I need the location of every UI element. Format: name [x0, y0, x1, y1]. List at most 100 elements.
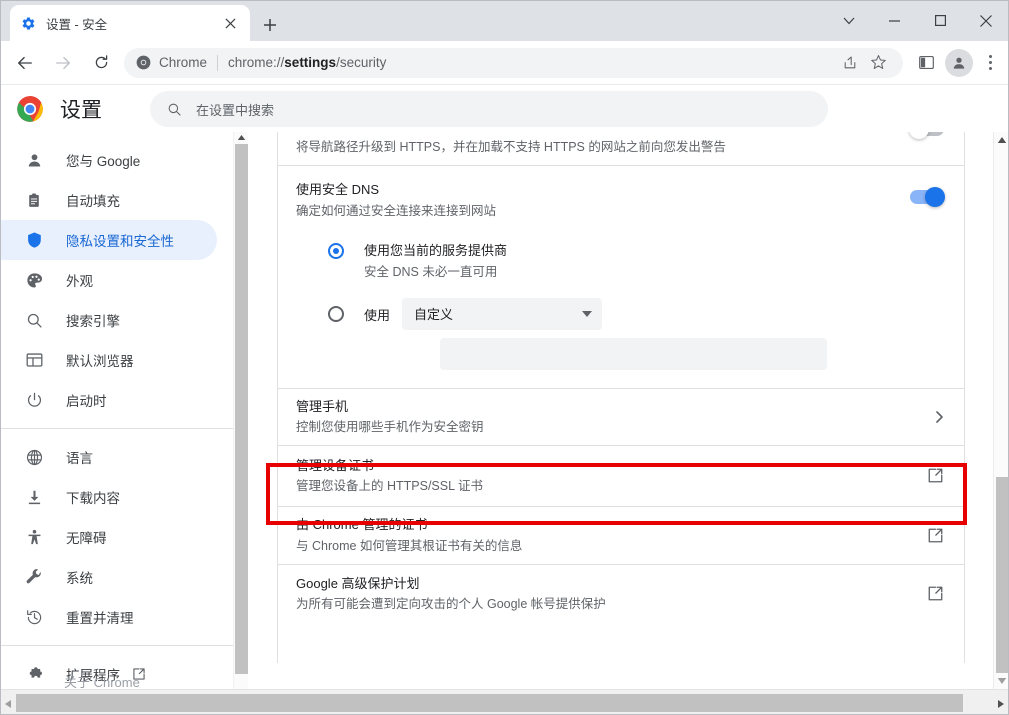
download-icon	[24, 487, 44, 507]
sidebar-item-system[interactable]: 系统	[0, 557, 217, 597]
sidebar-item-you-and-google[interactable]: 您与 Google	[0, 140, 217, 180]
person-icon	[24, 150, 44, 170]
row-secure-dns[interactable]: 使用安全 DNS 确定如何通过安全连接来连接到网站	[278, 166, 964, 226]
toggle-switch-off[interactable]	[910, 132, 944, 136]
settings-search-input[interactable]: 在设置中搜索	[150, 91, 828, 127]
row-google-advanced-protection[interactable]: Google 高级保护计划 为所有可能会遭到定向攻击的个人 Google 帐号提…	[278, 565, 964, 623]
radio-button-unselected[interactable]	[328, 306, 344, 322]
minimize-button[interactable]	[871, 0, 917, 41]
sidebar-item-label: 隐私设置和安全性	[66, 230, 174, 250]
row-manage-phones[interactable]: 管理手机 控制您使用哪些手机作为安全密钥	[278, 388, 964, 446]
sidebar-item-reset-and-clean-up[interactable]: 重置并清理	[0, 597, 217, 637]
scroll-up-icon[interactable]	[237, 134, 246, 141]
sidebar-scrollbar[interactable]	[233, 132, 248, 689]
radio-option-custom[interactable]: 使用 自定义	[328, 298, 944, 330]
row-subtitle: 管理您设备上的 HTTPS/SSL 证书	[296, 477, 911, 496]
radio-option-current-provider[interactable]: 使用您当前的服务提供商 安全 DNS 未必一直可用	[328, 242, 944, 282]
external-link-icon[interactable]	[927, 585, 944, 602]
sidebar-item-label: 外观	[66, 270, 93, 290]
window-controls	[827, 0, 1009, 41]
browser-tab[interactable]: 设置 - 安全	[10, 5, 250, 41]
wrench-icon	[24, 567, 44, 587]
new-tab-button[interactable]	[256, 11, 284, 39]
scroll-left-icon[interactable]	[4, 699, 12, 709]
sidebar-item-appearance[interactable]: 外观	[0, 260, 217, 300]
secure-dns-toggle[interactable]	[910, 190, 944, 204]
chevron-down-icon	[582, 311, 592, 317]
side-panel-icon[interactable]	[911, 48, 941, 78]
tab-search-icon[interactable]	[827, 0, 871, 41]
back-button[interactable]	[10, 48, 40, 78]
gear-icon	[20, 15, 36, 31]
puzzle-icon	[24, 664, 44, 684]
row-chrome-managed-certificates[interactable]: 由 Chrome 管理的证书 与 Chrome 如何管理其根证书有关的信息	[278, 507, 964, 565]
radio-label: 使用	[364, 305, 390, 324]
tab-title: 设置 - 安全	[46, 14, 220, 33]
dns-custom-uri-input[interactable]	[440, 338, 827, 370]
settings-header: 设置 在设置中搜索	[0, 86, 1009, 132]
forward-button[interactable]	[48, 48, 78, 78]
radio-texts: 使用您当前的服务提供商 安全 DNS 未必一直可用	[364, 242, 507, 282]
address-bar[interactable]: Chrome chrome://settings/security	[124, 48, 903, 78]
tab-close-icon[interactable]	[220, 13, 240, 33]
horizontal-scrollbar-thumb[interactable]	[16, 694, 963, 712]
row-manage-device-certificates[interactable]: 管理设备证书 管理您设备上的 HTTPS/SSL 证书	[278, 446, 964, 507]
scroll-right-icon[interactable]	[997, 699, 1005, 709]
chevron-right-icon[interactable]	[935, 411, 944, 423]
browser-window: 设置 - 安全	[0, 0, 1009, 715]
row-subtitle: 确定如何通过安全连接来连接到网站	[296, 202, 894, 221]
sidebar-item-label: 默认浏览器	[66, 350, 134, 370]
sidebar-item-accessibility[interactable]: 无障碍	[0, 517, 217, 557]
globe-icon	[24, 447, 44, 467]
external-link-icon[interactable]	[927, 527, 944, 544]
omnibox-actions	[837, 50, 891, 76]
radio-label: 使用您当前的服务提供商	[364, 243, 507, 258]
sidebar-item-label: 系统	[66, 567, 93, 587]
sidebar-item-label: 无障碍	[66, 527, 107, 547]
profile-avatar[interactable]	[945, 49, 973, 77]
settings-search-placeholder: 在设置中搜索	[196, 100, 274, 119]
star-icon[interactable]	[865, 50, 891, 76]
sidebar-item-label: 重置并清理	[66, 607, 134, 627]
shield-icon	[24, 230, 44, 250]
radio-button-selected[interactable]	[328, 243, 344, 259]
external-link-icon[interactable]	[927, 467, 944, 484]
palette-icon	[24, 270, 44, 290]
close-button[interactable]	[963, 0, 1009, 41]
kebab-menu-icon[interactable]	[977, 48, 1003, 78]
row-texts: Google 高级保护计划 为所有可能会遭到定向攻击的个人 Google 帐号提…	[296, 574, 911, 614]
sidebar-item-label: 启动时	[66, 390, 107, 410]
row-https-first-mode[interactable]: 将导航路径升级到 HTTPS，并在加载不支持 HTTPS 的网站之前向您发出警告	[278, 132, 964, 166]
scroll-down-icon[interactable]	[997, 677, 1007, 685]
sidebar-item-search-engine[interactable]: 搜索引擎	[0, 300, 217, 340]
reload-button[interactable]	[86, 48, 116, 78]
chrome-logo	[16, 95, 44, 123]
https-toggle[interactable]	[910, 132, 944, 136]
sidebar-item-on-startup[interactable]: 启动时	[0, 380, 217, 420]
horizontal-scrollbar[interactable]	[0, 689, 1009, 715]
scroll-up-icon[interactable]	[997, 136, 1007, 144]
row-subtitle: 为所有可能会遭到定向攻击的个人 Google 帐号提供保护	[296, 595, 911, 614]
main-scrollbar-thumb[interactable]	[996, 477, 1009, 673]
row-subtitle: 将导航路径升级到 HTTPS，并在加载不支持 HTTPS 的网站之前向您发出警告	[296, 138, 894, 157]
sidebar-item-autofill[interactable]: 自动填充	[0, 180, 217, 220]
sidebar-item-label: 搜索引擎	[66, 310, 120, 330]
sidebar-scrollbar-thumb[interactable]	[235, 144, 248, 674]
sidebar-item-languages[interactable]: 语言	[0, 437, 217, 477]
page-title: 设置	[60, 94, 102, 124]
omnibox-url: chrome://settings/security	[228, 55, 386, 70]
row-title: 管理手机	[296, 397, 919, 417]
dns-provider-select[interactable]: 自定义	[402, 298, 602, 330]
sidebar-item-downloads[interactable]: 下载内容	[0, 477, 217, 517]
power-icon	[24, 390, 44, 410]
share-icon[interactable]	[837, 50, 863, 76]
toggle-switch-on[interactable]	[910, 190, 944, 204]
sidebar-item-label: 自动填充	[66, 190, 120, 210]
sidebar-item-privacy-and-security[interactable]: 隐私设置和安全性	[0, 220, 217, 260]
maximize-button[interactable]	[917, 0, 963, 41]
row-subtitle: 与 Chrome 如何管理其根证书有关的信息	[296, 537, 911, 556]
sidebar-item-default-browser[interactable]: 默认浏览器	[0, 340, 217, 380]
main-scrollbar[interactable]	[993, 132, 1009, 689]
row-texts: 管理设备证书 管理您设备上的 HTTPS/SSL 证书	[296, 456, 911, 496]
sidebar-divider-2	[0, 645, 233, 646]
